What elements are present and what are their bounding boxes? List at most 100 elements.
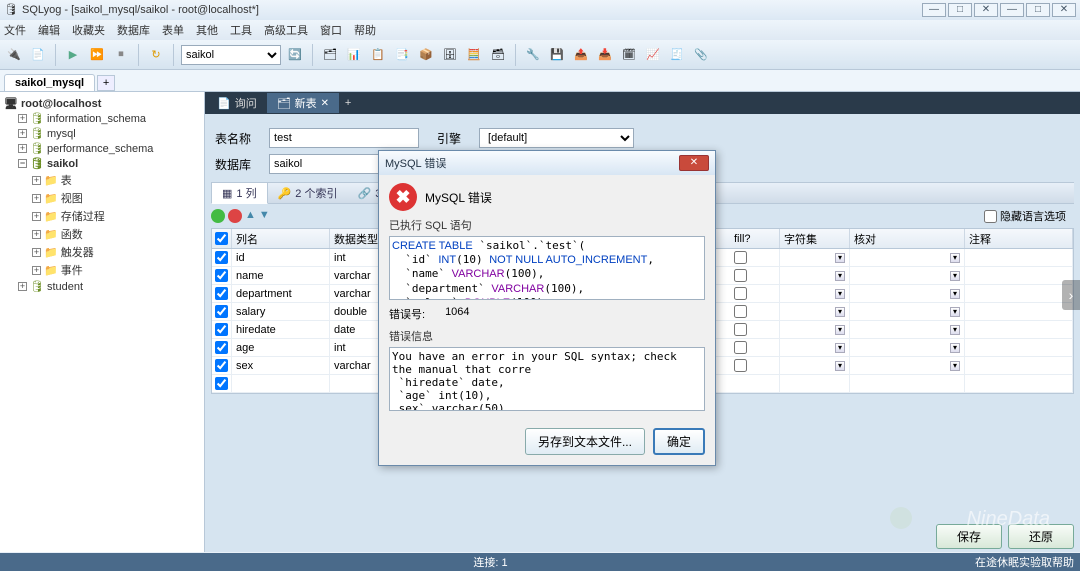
cell-colname[interactable]: sex <box>232 357 330 374</box>
row-check[interactable] <box>215 287 228 300</box>
tree-folder-events[interactable]: +📁事件 <box>4 261 200 279</box>
cell-charset[interactable]: ▾ <box>780 339 850 356</box>
cell-charset[interactable]: ▾ <box>780 303 850 320</box>
header-fill[interactable]: fill? <box>730 229 780 248</box>
stop-icon[interactable]: ⏹ <box>111 45 131 65</box>
row-check[interactable] <box>215 251 228 264</box>
minimize-child-button[interactable]: — <box>1000 3 1024 17</box>
cell-comment[interactable] <box>965 357 1073 374</box>
tool-icon-15[interactable]: 🧾 <box>667 45 687 65</box>
save-to-file-button[interactable]: 另存到文本文件... <box>525 428 645 455</box>
expand-icon[interactable]: + <box>32 176 41 185</box>
engine-select[interactable]: [default] <box>479 128 634 148</box>
cell-fill[interactable] <box>730 303 780 320</box>
hide-language-checkbox[interactable]: 隐藏语言选项 <box>984 208 1066 224</box>
cell-charset[interactable]: ▾ <box>780 285 850 302</box>
cell-collate[interactable]: ▾ <box>850 357 965 374</box>
expand-icon[interactable]: + <box>18 144 27 153</box>
tool-icon-10[interactable]: 💾 <box>547 45 567 65</box>
maximize-child-button[interactable]: □ <box>1026 3 1050 17</box>
cell-fill[interactable] <box>730 357 780 374</box>
executed-sql-text[interactable]: CREATE TABLE `saikol`.`test`( `id` INT(1… <box>389 236 705 300</box>
cell-colname[interactable]: name <box>232 267 330 284</box>
menu-adv[interactable]: 高级工具 <box>264 22 308 38</box>
row-check[interactable] <box>215 359 228 372</box>
dialog-close-icon[interactable]: ✕ <box>679 155 709 171</box>
cell-collate[interactable]: ▾ <box>850 249 965 266</box>
refresh-db-icon[interactable]: 🔄 <box>285 45 305 65</box>
subtab-columns[interactable]: ▦1 列 <box>211 182 268 204</box>
tool-icon-13[interactable]: 🗓 <box>619 45 639 65</box>
cell-charset[interactable]: ▾ <box>780 357 850 374</box>
new-connection-icon[interactable]: 🔌 <box>4 45 24 65</box>
expand-icon[interactable]: + <box>18 114 27 123</box>
cell-fill[interactable] <box>730 249 780 266</box>
tool-icon-3[interactable]: 📋 <box>368 45 388 65</box>
cell-collate[interactable]: ▾ <box>850 321 965 338</box>
tool-icon-16[interactable]: 📎 <box>691 45 711 65</box>
cell-comment[interactable] <box>965 267 1073 284</box>
tool-icon-12[interactable]: 📥 <box>595 45 615 65</box>
save-button[interactable]: 保存 <box>936 524 1002 549</box>
header-check[interactable] <box>212 229 232 248</box>
revert-button[interactable]: 还原 <box>1008 524 1074 549</box>
row-check[interactable] <box>215 323 228 336</box>
header-charset[interactable]: 字符集 <box>780 229 850 248</box>
tree-db-saikol[interactable]: −🛢saikol <box>4 156 200 171</box>
cell-fill[interactable] <box>730 321 780 338</box>
tree-db-student[interactable]: +🛢student <box>4 279 200 294</box>
cell-comment[interactable] <box>965 303 1073 320</box>
add-editor-tab[interactable]: + <box>339 94 357 112</box>
close-button[interactable]: ✕ <box>974 3 998 17</box>
cell-comment[interactable] <box>965 339 1073 356</box>
cell-colname[interactable]: age <box>232 339 330 356</box>
cell-comment[interactable] <box>965 249 1073 266</box>
tool-icon-5[interactable]: 📦 <box>416 45 436 65</box>
new-query-icon[interactable]: 📄 <box>28 45 48 65</box>
menu-db[interactable]: 数据库 <box>117 22 150 38</box>
database-selector[interactable]: saikol <box>181 45 281 65</box>
tab-new-table[interactable]: 🗂新表✕ <box>267 93 339 113</box>
ok-button[interactable]: 确定 <box>653 428 705 455</box>
tool-icon-14[interactable]: 📈 <box>643 45 663 65</box>
tree-folder-views[interactable]: +📁视图 <box>4 189 200 207</box>
doc-tab-saikol[interactable]: saikol_mysql <box>4 74 95 91</box>
cell-collate[interactable]: ▾ <box>850 303 965 320</box>
expand-icon[interactable]: + <box>18 129 27 138</box>
menu-edit[interactable]: 编辑 <box>38 22 60 38</box>
errinfo-text[interactable] <box>389 347 705 411</box>
subtab-indexes[interactable]: 🔑2 个索引 <box>268 183 348 203</box>
menu-fav[interactable]: 收藏夹 <box>72 22 105 38</box>
tree-db-perf-schema[interactable]: +🛢performance_schema <box>4 141 200 156</box>
tool-icon-7[interactable]: 🧮 <box>464 45 484 65</box>
tree-db-mysql[interactable]: +🛢mysql <box>4 126 200 141</box>
expand-icon[interactable]: + <box>32 248 41 257</box>
tree-db-info-schema[interactable]: +🛢information_schema <box>4 111 200 126</box>
collapse-icon[interactable]: − <box>18 159 27 168</box>
maximize-button[interactable]: □ <box>948 3 972 17</box>
add-row-icon[interactable] <box>211 209 225 223</box>
cell-comment[interactable] <box>965 285 1073 302</box>
cell-colname[interactable]: id <box>232 249 330 266</box>
cell-fill[interactable] <box>730 267 780 284</box>
expand-icon[interactable]: + <box>32 230 41 239</box>
row-check[interactable] <box>215 341 228 354</box>
row-check[interactable] <box>215 269 228 282</box>
refresh-icon[interactable]: ↻ <box>146 45 166 65</box>
cell-collate[interactable]: ▾ <box>850 339 965 356</box>
menu-tools[interactable]: 工具 <box>230 22 252 38</box>
minimize-button[interactable]: — <box>922 3 946 17</box>
cell-fill[interactable] <box>730 285 780 302</box>
header-collate[interactable]: 核对 <box>850 229 965 248</box>
expand-icon[interactable]: + <box>32 212 41 221</box>
add-doc-tab[interactable]: + <box>97 75 115 91</box>
tree-root[interactable]: 🖥root@localhost <box>4 96 200 111</box>
down-icon[interactable]: ▼ <box>259 209 270 223</box>
close-tab-icon[interactable]: ✕ <box>321 98 329 109</box>
tree-folder-tables[interactable]: +📁表 <box>4 171 200 189</box>
tree-folder-procs[interactable]: +📁存储过程 <box>4 207 200 225</box>
delete-row-icon[interactable] <box>228 209 242 223</box>
cell-fill[interactable] <box>730 339 780 356</box>
row-check[interactable] <box>215 305 228 318</box>
tool-icon-11[interactable]: 📤 <box>571 45 591 65</box>
